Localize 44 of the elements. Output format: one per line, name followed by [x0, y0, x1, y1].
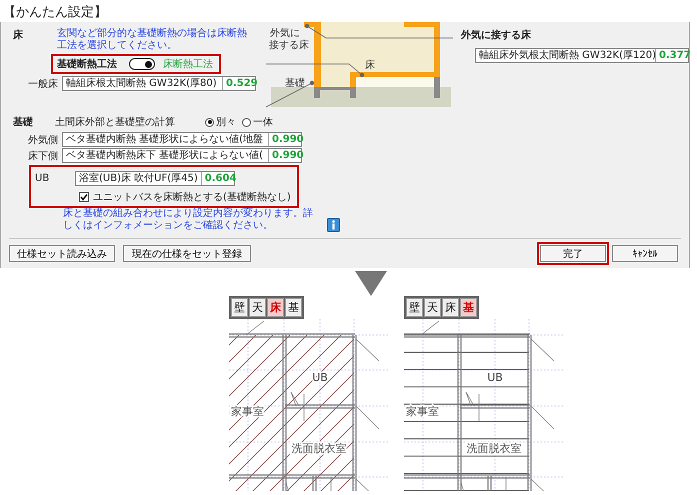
field-label: UB [35, 173, 50, 184]
dialog-button[interactable]: 完了 [540, 245, 606, 262]
section-heading: 外気に接する床 [461, 28, 532, 42]
diagram-label: 床 [365, 60, 375, 71]
dialog-button[interactable]: 現在の仕様をセット登録 [123, 245, 251, 262]
page-title: 【かんたん設定】 [2, 4, 108, 22]
diagram-label: 基礎 [285, 78, 305, 89]
toolbar-tab[interactable]: 壁 [231, 298, 248, 317]
room-label: 家事室 [406, 405, 439, 418]
section-heading: 基礎 [13, 116, 33, 129]
text-field[interactable]: 浴室(UB)床 吹付UF(厚45) 0.604 [75, 171, 235, 186]
field-label: 外気側 [27, 134, 58, 146]
section-heading: 床 [13, 28, 23, 43]
field-label: 一般床 [27, 78, 58, 90]
radio-option[interactable]: 一体 [242, 115, 273, 129]
field-label: 床下側 [27, 150, 58, 162]
hint-text: 玄関など部分的な基礎断熱の場合は床断熱工法を選択してください。 [57, 28, 247, 52]
u-value: 0.529 [225, 77, 255, 90]
text-field[interactable]: ベタ基礎内断熱床下 基礎形状によらない値( 0.990 [62, 148, 302, 163]
dialog-button[interactable]: 仕様セット読み込み [9, 245, 115, 262]
toolbar-tab[interactable]: 基 [460, 298, 477, 317]
checkbox-label: ユニットバスを床断熱とする(基礎断熱なし) [93, 190, 291, 204]
u-value: 0.990 [271, 133, 301, 146]
toolbar-tab[interactable]: 基 [285, 298, 302, 317]
room-label: 洗面脱衣室 [466, 442, 522, 455]
radio-option[interactable]: 別々 [205, 115, 236, 129]
room-label: UB [487, 371, 503, 384]
toolbar-tab[interactable]: 壁 [406, 298, 423, 317]
text-field[interactable]: 軸組床外気根太間断熱 GW32K(厚120) 0.377 [475, 48, 689, 63]
text-field[interactable]: 軸組床根太間断熱 GW32K(厚80) 0.529 [62, 76, 256, 91]
diagram-label: 外気に 接する床 [269, 28, 309, 51]
u-value: 0.377 [658, 49, 688, 62]
toolbar-tab[interactable]: 天 [249, 298, 266, 317]
u-value: 0.990 [271, 149, 301, 162]
field-label: 土間床外部と基礎壁の計算 [55, 116, 175, 129]
field-label: 基礎断熱工法 [57, 58, 117, 71]
toolbar-tab[interactable]: 床 [267, 298, 284, 317]
toggle-label: 床断熱工法 [163, 58, 213, 71]
toolbar-tab[interactable]: 床 [442, 298, 459, 317]
u-value: 0.604 [204, 172, 234, 185]
dialog-button[interactable]: ｷｬﾝｾﾙ [612, 245, 678, 262]
text-field[interactable]: ベタ基礎内断熱 基礎形状によらない値(地盤 0.990 [62, 132, 302, 147]
toolbar-tab[interactable]: 天 [424, 298, 441, 317]
hint-text: 床と基礎の組み合わせにより設定内容が変わります。詳しくはインフォメーションをご確認ください。 [63, 208, 313, 232]
